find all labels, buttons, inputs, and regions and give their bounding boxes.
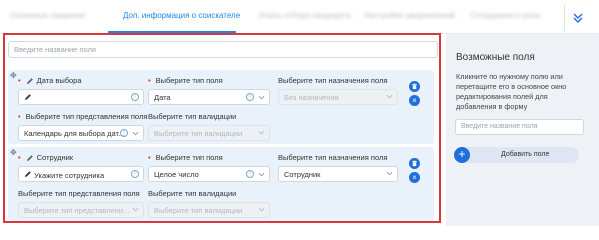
field-title-input[interactable]: Укажите сотрудника i bbox=[18, 166, 144, 182]
field-card-employee[interactable]: ✥ • Сотрудник Укажите сотрудника i • Выб… bbox=[8, 147, 434, 221]
info-icon[interactable]: i bbox=[131, 93, 139, 101]
field-title-label: • Сотрудник bbox=[18, 153, 74, 162]
chevron-down-icon bbox=[258, 207, 265, 212]
double-chevron-down-icon bbox=[573, 13, 582, 23]
chevron-down-icon bbox=[132, 131, 139, 135]
chevron-down-icon bbox=[258, 130, 265, 135]
close-field-button[interactable]: × bbox=[409, 172, 420, 183]
close-icon: × bbox=[412, 172, 417, 182]
field-title-label: • Дата выбора bbox=[18, 76, 82, 85]
pencil-icon bbox=[26, 154, 33, 161]
tab-additional-info[interactable]: Доп. информация о соискателе bbox=[123, 11, 240, 20]
close-icon: × bbox=[412, 95, 417, 105]
drag-handle-icon[interactable]: ✥ bbox=[10, 72, 18, 80]
field-card-date[interactable]: ✥ • Дата выбора i • Выберите тип поля Да… bbox=[8, 70, 434, 144]
validation-type-select[interactable]: Выберите тип валидации bbox=[148, 202, 270, 218]
pencil-icon bbox=[25, 94, 31, 100]
drag-handle-icon[interactable]: ✥ bbox=[10, 149, 18, 157]
available-fields-panel: Возможные поля Кликните по нужному полю … bbox=[446, 34, 599, 226]
trash-icon bbox=[412, 83, 417, 90]
purpose-select[interactable]: Сотрудник bbox=[278, 166, 398, 182]
validation-type-label: Выберите тип валидации bbox=[148, 189, 237, 198]
validation-type-label: Выберите тип валидации bbox=[148, 112, 237, 121]
chevron-down-icon bbox=[386, 171, 393, 176]
tab-stages[interactable]: Этапы отбора кандидата bbox=[258, 11, 351, 20]
tab-notifications[interactable]: Настройки уведомлений bbox=[364, 11, 455, 20]
pencil-icon bbox=[25, 171, 31, 177]
view-type-label: • Выберите тип представления поля bbox=[18, 112, 148, 121]
field-type-select[interactable]: Дата i bbox=[148, 89, 270, 105]
tab-basic[interactable]: Основные сведения bbox=[10, 11, 85, 20]
available-field-search-input[interactable]: Введите название поля bbox=[455, 119, 584, 135]
close-field-button[interactable]: × bbox=[409, 95, 420, 106]
form-fields-area: Введите название поля ✥ • Дата выбора i … bbox=[0, 34, 446, 226]
chevron-down-icon bbox=[258, 95, 265, 99]
tabs-collapse-button[interactable] bbox=[564, 5, 590, 31]
field-type-label: • Выберите тип поля bbox=[148, 76, 223, 85]
field-type-select[interactable]: Целое число i bbox=[148, 166, 270, 182]
purpose-select[interactable]: Без назначения bbox=[278, 89, 398, 105]
info-icon[interactable]: i bbox=[120, 129, 128, 137]
plus-icon: + bbox=[454, 147, 470, 163]
panel-description: Кликните по нужному полю или перетащите … bbox=[456, 72, 567, 111]
panel-title: Возможные поля bbox=[456, 52, 535, 63]
info-icon[interactable]: i bbox=[246, 93, 254, 101]
info-icon[interactable]: i bbox=[131, 170, 139, 178]
purpose-label: Выберите тип назначения поля bbox=[278, 76, 388, 85]
add-field-label: Добавить поле bbox=[501, 151, 550, 158]
view-type-select[interactable]: Календарь для выбора дат... i bbox=[18, 125, 144, 141]
chevron-down-icon bbox=[258, 172, 265, 176]
field-search-input[interactable]: Введите название поля bbox=[8, 41, 438, 58]
purpose-label: Выберите тип назначения поля bbox=[278, 153, 388, 162]
add-field-button[interactable]: + Добавить поле bbox=[454, 147, 579, 163]
tab-bar: Основные сведения Доп. информация о соис… bbox=[0, 0, 599, 34]
delete-field-button[interactable] bbox=[409, 158, 420, 169]
delete-field-button[interactable] bbox=[409, 81, 420, 92]
view-type-label: Выберите тип представления поля bbox=[18, 189, 140, 198]
validation-type-select[interactable]: Выберите тип валидации bbox=[148, 125, 270, 141]
info-icon[interactable]: i bbox=[246, 170, 254, 178]
tab-roles[interactable]: Сотрудники и роли bbox=[470, 11, 540, 20]
chevron-down-icon bbox=[132, 207, 139, 212]
pencil-icon bbox=[26, 77, 33, 84]
view-type-select[interactable]: Выберите тип представлени... bbox=[18, 202, 144, 218]
trash-icon bbox=[412, 160, 417, 167]
field-title-input[interactable]: i bbox=[18, 89, 144, 105]
active-tab-indicator bbox=[108, 31, 236, 33]
chevron-down-icon bbox=[386, 94, 393, 99]
field-type-label: • Выберите тип поля bbox=[148, 153, 223, 162]
